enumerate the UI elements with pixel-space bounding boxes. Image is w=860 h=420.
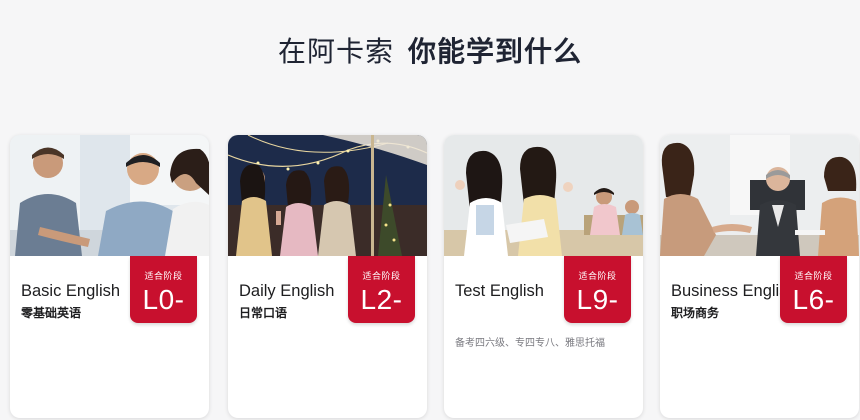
badge-label: 适合阶段 xyxy=(578,272,617,282)
course-cards: Basic English 零基础英语 适合阶段 L0- Daily Engli… xyxy=(10,135,860,420)
heading-bold-text: 你能学到什么 xyxy=(408,35,583,68)
course-subtitle: 职场商务 xyxy=(671,306,720,320)
badge-label: 适合阶段 xyxy=(362,272,401,282)
level-badge: 适合阶段 L2- xyxy=(348,256,415,323)
badge-level-code: L6- xyxy=(792,284,835,315)
course-card-test[interactable]: Test English 备考四六级、专四专八、雅思托福 适合阶段 L9- xyxy=(444,135,643,418)
course-card-daily[interactable]: Daily English 日常口语 适合阶段 L2- xyxy=(228,135,427,418)
badge-label: 适合阶段 xyxy=(144,272,183,282)
section-heading: 在阿卡索 你能学到什么 xyxy=(0,30,860,70)
course-title: Test English xyxy=(455,282,544,300)
level-badge: 适合阶段 L6- xyxy=(780,256,847,323)
badge-level-code: L2- xyxy=(360,284,403,315)
course-title: Business English xyxy=(671,282,797,300)
course-card-business[interactable]: Business English 职场商务 适合阶段 L6- xyxy=(660,135,859,418)
badge-level-code: L0- xyxy=(142,284,185,315)
course-photo-business xyxy=(660,135,859,256)
badge-level-code: L9- xyxy=(576,284,619,315)
course-subtitle: 日常口语 xyxy=(239,306,288,320)
course-title: Basic English xyxy=(21,282,121,300)
course-subtitle: 零基础英语 xyxy=(21,306,82,320)
level-badge: 适合阶段 L9- xyxy=(564,256,631,323)
course-title: Daily English xyxy=(239,282,335,300)
course-photo-daily xyxy=(228,135,427,256)
course-card-basic[interactable]: Basic English 零基础英语 适合阶段 L0- xyxy=(10,135,209,418)
badge-label: 适合阶段 xyxy=(794,272,833,282)
course-photo-basic xyxy=(10,135,209,256)
course-photo-test xyxy=(444,135,643,256)
course-description: 备考四六级、专四专八、雅思托福 xyxy=(455,338,605,349)
level-badge: 适合阶段 L0- xyxy=(130,256,197,323)
heading-light-text: 在阿卡索 xyxy=(277,35,394,68)
